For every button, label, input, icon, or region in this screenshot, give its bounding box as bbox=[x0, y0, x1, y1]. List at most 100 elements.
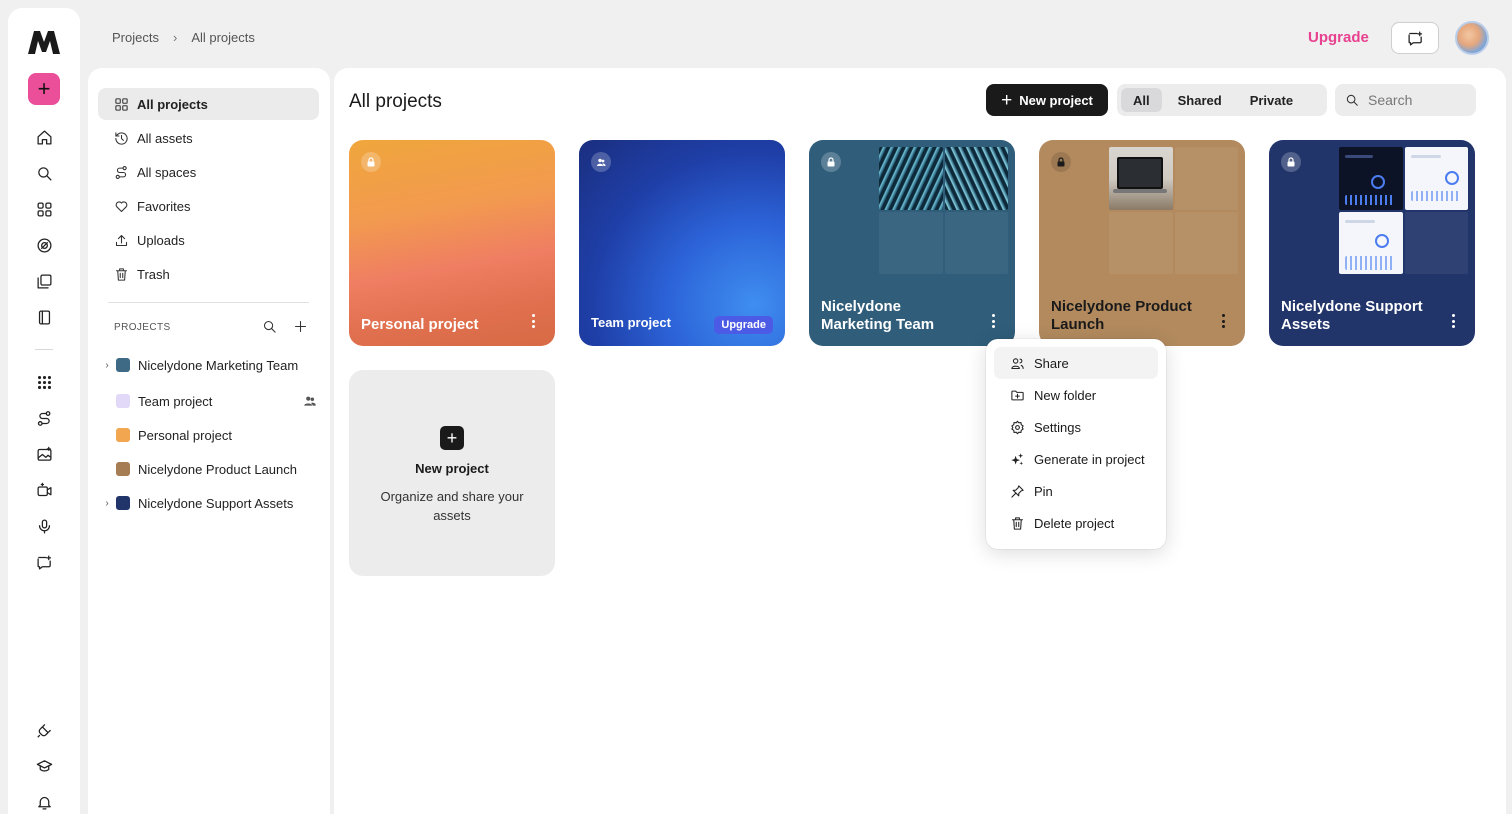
sidebar-item-uploads[interactable]: Uploads bbox=[98, 224, 319, 256]
search-icon[interactable] bbox=[32, 161, 56, 185]
lock-icon bbox=[821, 152, 841, 172]
create-plus-icon[interactable]: + bbox=[28, 73, 60, 105]
thumbnail bbox=[1339, 147, 1403, 210]
new-project-card[interactable]: + New project Organize and share your as… bbox=[349, 370, 555, 576]
video-gen-icon[interactable] bbox=[32, 478, 56, 502]
breadcrumb-root[interactable]: Projects bbox=[112, 30, 159, 45]
more-vertical-icon[interactable] bbox=[1449, 314, 1457, 328]
card-title: Personal project bbox=[361, 316, 479, 333]
project-context-menu: Share New folder Settings Generate in pr… bbox=[986, 339, 1166, 549]
thumbnail-placeholder bbox=[1404, 211, 1468, 274]
sidebar: All projects All assets All spaces Favor… bbox=[88, 68, 330, 814]
apps-dots-icon[interactable] bbox=[32, 370, 56, 394]
thumbnail bbox=[1109, 147, 1173, 210]
menu-item-settings[interactable]: Settings bbox=[994, 411, 1158, 443]
new-card-title: New project bbox=[415, 461, 489, 476]
filter-shared[interactable]: Shared bbox=[1166, 88, 1234, 112]
sidebar-item-label: All projects bbox=[137, 96, 208, 112]
search-input[interactable] bbox=[1368, 92, 1463, 108]
feedback-icon[interactable] bbox=[32, 550, 56, 574]
breadcrumb-current: All projects bbox=[191, 30, 255, 45]
plugin-icon[interactable] bbox=[32, 718, 56, 742]
thumbnail-placeholder bbox=[1109, 211, 1173, 274]
search-icon[interactable] bbox=[262, 319, 277, 334]
thumbnail-placeholder bbox=[879, 211, 943, 274]
sidebar-project-nicelydone-product-launch[interactable]: Nicelydone Product Launch bbox=[98, 455, 319, 483]
plus-icon: + bbox=[1001, 89, 1013, 111]
apps-grid-icon[interactable] bbox=[32, 197, 56, 221]
app-rail: + bbox=[8, 8, 80, 814]
settings-icon bbox=[1011, 420, 1024, 434]
project-card-support-assets[interactable]: Nicelydone Support Assets bbox=[1269, 140, 1475, 346]
sidebar-item-all-projects[interactable]: All projects bbox=[98, 88, 319, 120]
upgrade-badge[interactable]: Upgrade bbox=[714, 316, 773, 334]
card-title: Nicelydone Marketing Team bbox=[821, 298, 935, 333]
book-icon[interactable] bbox=[32, 305, 56, 329]
project-color-swatch bbox=[116, 358, 130, 372]
chevron-right-icon[interactable]: › bbox=[98, 360, 116, 371]
sidebar-item-all-spaces[interactable]: All spaces bbox=[98, 156, 319, 188]
main-panel: All projects + New project All Shared Pr… bbox=[334, 68, 1506, 814]
avatar[interactable] bbox=[1455, 21, 1489, 55]
sidebar-project-nicelydone-support-assets[interactable]: › Nicelydone Support Assets bbox=[98, 489, 319, 517]
menu-item-delete-project[interactable]: Delete project bbox=[994, 507, 1158, 539]
more-vertical-icon[interactable] bbox=[989, 314, 997, 328]
project-label: Nicelydone Product Launch bbox=[138, 461, 297, 477]
team-icon bbox=[591, 152, 611, 172]
menu-item-generate[interactable]: Generate in project bbox=[994, 443, 1158, 475]
new-project-button[interactable]: + New project bbox=[986, 84, 1108, 116]
sidebar-item-trash[interactable]: Trash bbox=[98, 258, 319, 290]
sidebar-item-all-assets[interactable]: All assets bbox=[98, 122, 319, 154]
project-color-swatch bbox=[116, 394, 130, 408]
bell-icon[interactable] bbox=[32, 790, 56, 814]
sidebar-project-team-project[interactable]: Team project bbox=[98, 387, 319, 415]
card-title: Nicelydone Support Assets bbox=[1281, 298, 1423, 333]
mic-icon[interactable] bbox=[32, 514, 56, 538]
menu-item-new-folder[interactable]: New folder bbox=[994, 379, 1158, 411]
asset-thumbnails bbox=[879, 147, 1008, 274]
upgrade-link[interactable]: Upgrade bbox=[1308, 29, 1369, 46]
project-card-marketing[interactable]: Nicelydone Marketing Team bbox=[809, 140, 1015, 346]
sidebar-divider bbox=[108, 302, 309, 303]
library-icon[interactable] bbox=[32, 269, 56, 293]
project-label: Nicelydone Marketing Team bbox=[138, 357, 299, 373]
sidebar-item-favorites[interactable]: Favorites bbox=[98, 190, 319, 222]
home-icon[interactable] bbox=[32, 125, 56, 149]
heart-icon bbox=[115, 200, 128, 212]
thumbnail bbox=[1339, 211, 1403, 274]
thumbnail-placeholder bbox=[1174, 211, 1238, 274]
project-card-team[interactable]: Team project Upgrade bbox=[579, 140, 785, 346]
logo-icon[interactable] bbox=[26, 28, 62, 56]
rail-divider bbox=[35, 349, 53, 350]
project-color-swatch bbox=[116, 428, 130, 442]
more-vertical-icon[interactable] bbox=[529, 314, 537, 328]
project-card-personal[interactable]: Personal project bbox=[349, 140, 555, 346]
card-title: Nicelydone Product Launch bbox=[1051, 298, 1192, 333]
sidebar-project-personal-project[interactable]: Personal project bbox=[98, 421, 319, 449]
more-vertical-icon[interactable] bbox=[1219, 314, 1227, 328]
projects-heading: PROJECTS bbox=[114, 322, 171, 333]
filter-all[interactable]: All bbox=[1121, 88, 1162, 112]
trash-icon bbox=[115, 267, 128, 281]
learn-icon[interactable] bbox=[32, 754, 56, 778]
search-icon bbox=[1346, 94, 1358, 106]
projects-tools bbox=[262, 319, 308, 334]
menu-item-label: New folder bbox=[1034, 387, 1097, 403]
menu-item-share[interactable]: Share bbox=[994, 347, 1158, 379]
project-card-product-launch[interactable]: Nicelydone Product Launch bbox=[1039, 140, 1245, 346]
menu-item-pin[interactable]: Pin bbox=[994, 475, 1158, 507]
lock-icon bbox=[361, 152, 381, 172]
new-card-description: Organize and share your assets bbox=[380, 489, 524, 523]
new-project-label: New project bbox=[1019, 92, 1093, 108]
spaces-icon bbox=[115, 165, 127, 179]
add-project-plus-icon[interactable] bbox=[293, 319, 308, 334]
menu-item-label: Generate in project bbox=[1034, 451, 1145, 467]
filter-private[interactable]: Private bbox=[1238, 88, 1305, 112]
sidebar-item-label: Favorites bbox=[137, 198, 191, 214]
sidebar-project-nicelydone-marketing-team[interactable]: › Nicelydone Marketing Team bbox=[98, 351, 319, 379]
chevron-right-icon[interactable]: › bbox=[98, 498, 116, 509]
explore-icon[interactable] bbox=[32, 233, 56, 257]
image-gen-icon[interactable] bbox=[32, 442, 56, 466]
spaces-icon[interactable] bbox=[32, 406, 56, 430]
feedback-button[interactable] bbox=[1391, 22, 1439, 54]
